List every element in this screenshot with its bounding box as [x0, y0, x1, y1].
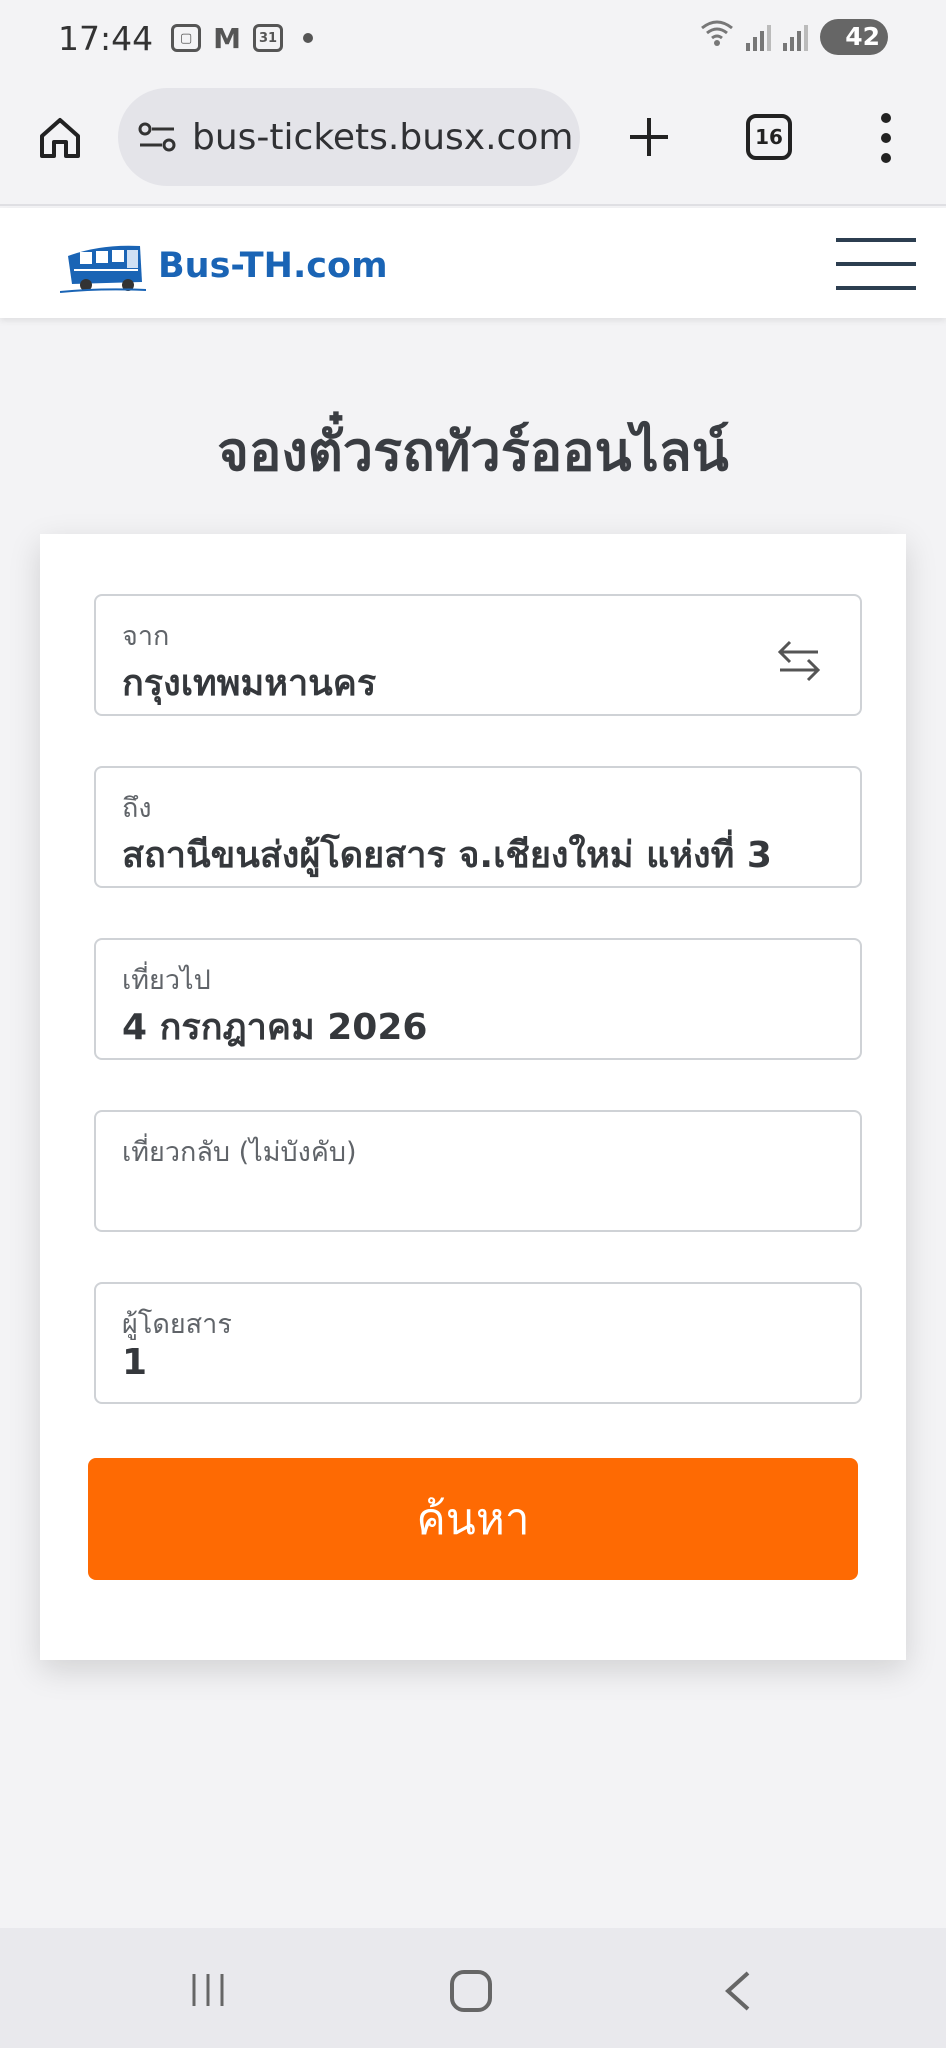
return-date-field[interactable]: เที่ยวกลับ (ไม่บังคับ)	[94, 1110, 862, 1232]
back-icon[interactable]	[722, 1970, 752, 2012]
search-button[interactable]: ค้นหา	[88, 1458, 858, 1580]
system-nav-bar	[0, 1928, 946, 2048]
nav-home-icon[interactable]	[450, 1970, 492, 2012]
recent-apps-icon[interactable]	[188, 1972, 228, 2008]
site-header: Bus-TH.com	[0, 208, 946, 318]
address-bar[interactable]: bus-tickets.busx.com	[118, 88, 580, 186]
departure-date-field[interactable]: เที่ยวไป 4 กรกฎาคม 2026	[94, 938, 862, 1060]
brand-name[interactable]: Bus-TH.com	[158, 246, 388, 286]
status-bar: 17:44 ▢ M 31 42	[0, 0, 946, 76]
page: 17:44 ▢ M 31 42 bus-tickets.busx.com 16 …	[0, 0, 946, 2048]
passengers-value: 1	[122, 1342, 148, 1383]
to-field[interactable]: ถึง สถานีขนส่งผู้โดยสาร จ.เชียงใหม่ แห่ง…	[94, 766, 862, 888]
plus-icon[interactable]	[622, 110, 676, 164]
departure-value: 4 กรกฎาคม 2026	[122, 1007, 428, 1048]
signal-icon-1	[746, 23, 771, 51]
passengers-field[interactable]: ผู้โดยสาร 1	[94, 1282, 862, 1404]
battery-icon: 42	[820, 18, 888, 55]
status-time: 17:44	[58, 18, 154, 58]
tune-icon[interactable]	[136, 121, 178, 153]
from-label: จาก	[122, 621, 170, 652]
calendar-icon: 31	[252, 24, 283, 52]
bus-logo-icon[interactable]	[60, 238, 146, 296]
system-icons: 42	[700, 18, 888, 55]
home-icon[interactable]	[36, 114, 84, 162]
more-vert-icon[interactable]	[876, 110, 896, 166]
to-label: ถึง	[122, 793, 152, 824]
screenshot-icon: ▢	[171, 24, 202, 52]
signal-icon-2	[783, 23, 808, 51]
to-value: สถานีขนส่งผู้โดยสาร จ.เชียงใหม่ แห่งที่ …	[122, 835, 772, 876]
url-text: bus-tickets.busx.com	[192, 116, 574, 158]
wifi-icon	[700, 18, 734, 55]
menu-icon[interactable]	[836, 238, 916, 298]
notification-icons: ▢ M 31	[171, 22, 313, 55]
from-field[interactable]: จาก กรุงเทพมหานคร	[94, 594, 862, 716]
page-title: จองตั๋วรถทัวร์ออนไลน์	[217, 420, 729, 483]
tabs-icon[interactable]: 16	[746, 114, 792, 160]
from-value: กรุงเทพมหานคร	[122, 663, 377, 704]
more-notifications-icon	[302, 33, 313, 43]
browser-toolbar: bus-tickets.busx.com 16	[0, 76, 946, 206]
swap-icon[interactable]	[774, 636, 824, 686]
departure-label: เที่ยวไป	[122, 965, 211, 996]
search-form-card: จาก กรุงเทพมหานคร ถึง สถานีขนส่งผู้โดยสา…	[40, 534, 906, 1660]
gmail-icon: M	[213, 21, 241, 55]
passengers-label: ผู้โดยสาร	[122, 1309, 232, 1340]
return-label: เที่ยวกลับ (ไม่บังคับ)	[122, 1137, 357, 1168]
